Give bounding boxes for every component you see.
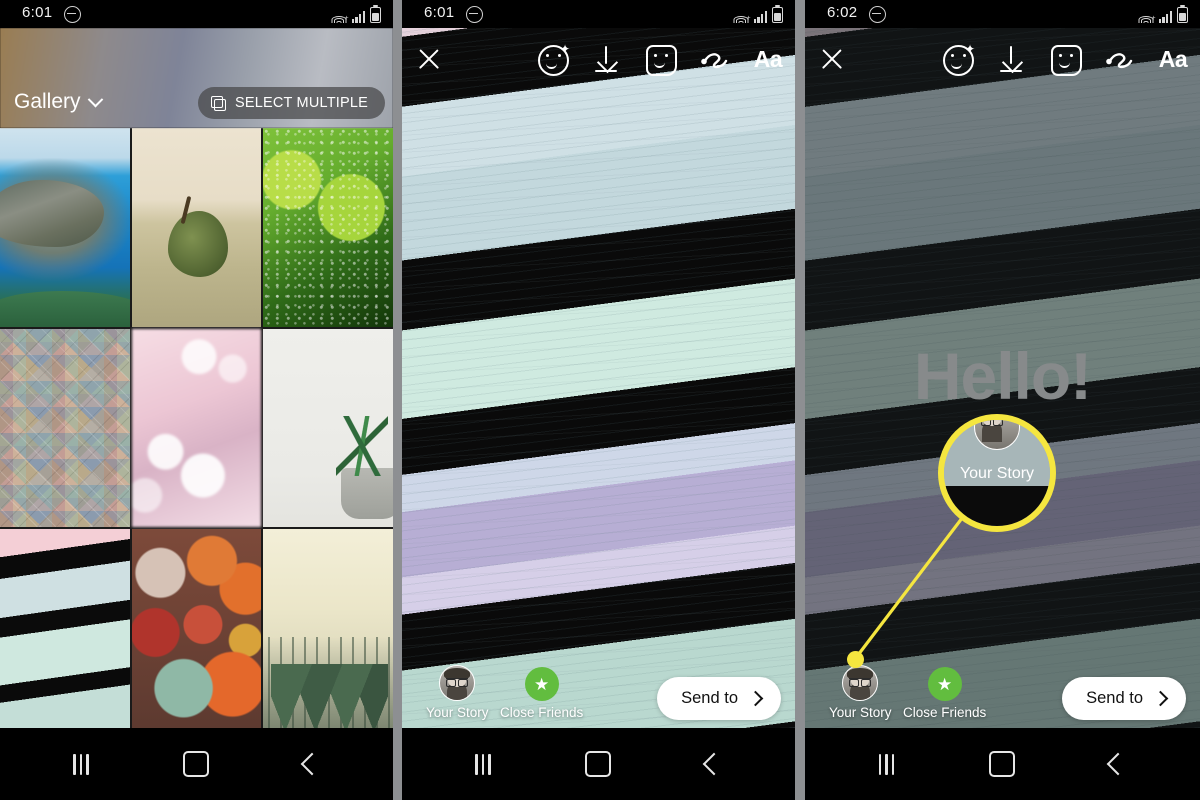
- status-time: 6:01: [22, 4, 53, 21]
- gallery-grid: [0, 128, 393, 728]
- chevron-right-icon: [1152, 690, 1169, 707]
- destination-your-story[interactable]: Your Story: [829, 665, 892, 720]
- avatar: [842, 665, 879, 701]
- do-not-disturb-icon: [64, 6, 81, 23]
- editor-destination-bar: Your Story ★ Close Friends Send to: [402, 656, 795, 728]
- wifi-icon: +: [1138, 10, 1156, 23]
- wifi-icon: +: [331, 10, 349, 23]
- back-icon[interactable]: [702, 752, 726, 776]
- gallery-thumbnail-stones[interactable]: [131, 529, 262, 728]
- editor-toolbar: ✦ Aa: [402, 28, 795, 90]
- home-icon[interactable]: [183, 751, 210, 777]
- status-icons: +: [331, 4, 381, 23]
- sticker-icon[interactable]: [1048, 42, 1082, 76]
- gallery-thumbnail-stripe[interactable]: [0, 529, 130, 728]
- magnified-label: Your Story: [959, 464, 1035, 482]
- gallery-source-selector[interactable]: Gallery: [14, 90, 103, 114]
- gallery-thumbnail-bokeh[interactable]: [131, 328, 262, 528]
- destination-label: Close Friends: [903, 705, 987, 720]
- magnifier-dark-strip: [944, 485, 1050, 526]
- cellular-signal-icon: [753, 11, 767, 23]
- phone-panel-story-editor: 6:01 + ✦ Aa Your Story ★ Close Friends S…: [402, 0, 795, 800]
- gallery-thumbnail-leaf[interactable]: [131, 128, 262, 327]
- close-icon[interactable]: [815, 42, 849, 76]
- status-bar: 6:02 +: [805, 0, 1200, 28]
- destination-close-friends[interactable]: ★ Close Friends: [903, 667, 986, 720]
- send-to-label: Send to: [681, 689, 738, 707]
- recents-icon[interactable]: [878, 753, 895, 775]
- cellular-signal-icon: [351, 11, 365, 23]
- callout-anchor-dot: [847, 651, 864, 668]
- back-icon[interactable]: [1107, 752, 1130, 776]
- status-time: 6:01: [424, 4, 455, 21]
- recents-icon[interactable]: [73, 753, 89, 775]
- face-sparkle-icon[interactable]: ✦: [535, 42, 570, 76]
- phone-panel-gallery-picker: 6:01 + Gallery SELECT MULTIPLE: [0, 0, 393, 800]
- text-aa-icon[interactable]: Aa: [751, 42, 785, 76]
- android-navigation-bar: [402, 728, 795, 800]
- send-to-label: Send to: [1086, 689, 1143, 707]
- do-not-disturb-icon: [466, 6, 483, 23]
- download-icon[interactable]: [994, 42, 1028, 76]
- status-bar: 6:01 +: [0, 0, 393, 28]
- copy-icon: [210, 95, 227, 111]
- destination-close-friends[interactable]: ★ Close Friends: [500, 667, 583, 720]
- editor-toolbar: ✦ Aa: [805, 28, 1200, 90]
- chevron-down-icon: [87, 91, 103, 107]
- status-time: 6:02: [827, 4, 858, 21]
- android-navigation-bar: [0, 728, 393, 800]
- wifi-icon: +: [733, 10, 751, 23]
- close-icon[interactable]: [412, 42, 446, 76]
- recents-icon[interactable]: [475, 753, 491, 775]
- destination-label: Your Story: [426, 705, 489, 720]
- battery-icon: [772, 5, 783, 23]
- phone-panel-story-editor-highlighted: Hello! ✦ Aa Your Story ★ Close Friends S…: [805, 0, 1200, 800]
- draw-pen-icon[interactable]: [697, 42, 731, 76]
- green-star-badge-icon: ★: [927, 667, 962, 701]
- destination-label: Close Friends: [500, 705, 584, 720]
- destination-label: Your Story: [829, 705, 892, 720]
- android-navigation-bar: [805, 728, 1200, 800]
- home-icon[interactable]: [585, 751, 612, 777]
- green-star-badge-icon: ★: [524, 667, 559, 701]
- select-multiple-label: SELECT MULTIPLE: [234, 95, 368, 111]
- download-icon[interactable]: [589, 42, 623, 76]
- battery-icon: [1177, 5, 1188, 23]
- back-icon[interactable]: [300, 752, 324, 776]
- home-icon[interactable]: [989, 751, 1016, 777]
- text-aa-icon[interactable]: Aa: [1156, 42, 1190, 76]
- sticker-icon[interactable]: [643, 42, 677, 76]
- gallery-thumbnail-tiles[interactable]: [0, 328, 130, 528]
- gallery-thumbnail-plant[interactable]: [263, 328, 393, 528]
- avatar: [439, 665, 476, 701]
- select-multiple-button[interactable]: SELECT MULTIPLE: [197, 87, 385, 119]
- story-photo-canvas[interactable]: [402, 28, 795, 728]
- chevron-right-icon: [747, 690, 764, 707]
- cellular-signal-icon: [1158, 11, 1172, 23]
- send-to-button[interactable]: Send to: [1062, 677, 1186, 720]
- gallery-title-label: Gallery: [14, 90, 81, 113]
- gallery-thumbnail-drops[interactable]: [263, 128, 393, 327]
- face-sparkle-icon[interactable]: ✦: [940, 42, 975, 76]
- draw-pen-icon[interactable]: [1102, 42, 1136, 76]
- status-icons: +: [1138, 4, 1188, 23]
- gallery-thumbnail-beach[interactable]: [0, 128, 130, 327]
- story-overlay-text[interactable]: Hello!: [805, 338, 1200, 414]
- editor-destination-bar: Your Story ★ Close Friends Send to: [805, 656, 1200, 728]
- battery-icon: [370, 5, 381, 23]
- photo-texture: [402, 28, 795, 728]
- screenshot-stage: 6:01 + Gallery SELECT MULTIPLE 6:01 + ✦ …: [0, 0, 1200, 800]
- callout-magnifier: Your Story: [938, 414, 1056, 532]
- status-icons: +: [733, 4, 783, 23]
- do-not-disturb-icon: [869, 6, 886, 23]
- magnifier-content: Your Story: [944, 420, 1050, 526]
- send-to-button[interactable]: Send to: [657, 677, 781, 720]
- status-bar: 6:01 +: [402, 0, 795, 28]
- gallery-thumbnail-forest[interactable]: [263, 529, 393, 728]
- destination-your-story[interactable]: Your Story: [426, 665, 489, 720]
